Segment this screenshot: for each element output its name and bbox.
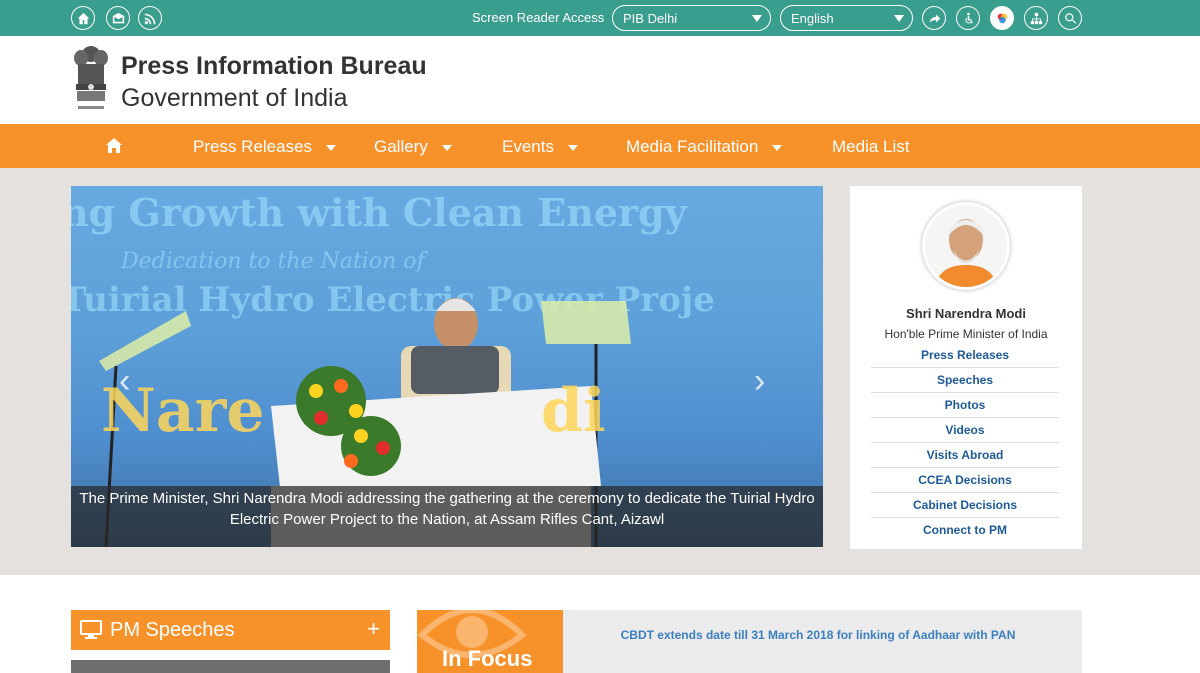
pm-link-visits-abroad[interactable]: Visits Abroad	[871, 443, 1059, 468]
chevron-down-icon	[567, 144, 578, 151]
nav-label: Gallery	[374, 137, 428, 156]
slider-prev-arrow[interactable]: ‹	[119, 362, 130, 401]
pm-card: Shri Narendra Modi Hon'ble Prime Ministe…	[850, 186, 1082, 549]
monitor-icon	[80, 620, 102, 639]
sitemap-icon[interactable]	[1024, 6, 1048, 30]
nav-home-icon[interactable]	[106, 138, 122, 158]
expand-plus-icon[interactable]: +	[367, 616, 380, 642]
photo-slider[interactable]: ng Growth with Clean Energy Dedication t…	[71, 186, 823, 547]
in-focus-ticker: CBDT extends date till 31 March 2018 for…	[563, 610, 1082, 673]
nav-press-releases[interactable]: Press Releases	[193, 137, 337, 157]
pm-speeches-header[interactable]: PM Speeches +	[71, 610, 390, 650]
slider-next-arrow[interactable]: ›	[754, 362, 765, 401]
mail-icon[interactable]	[106, 6, 130, 30]
national-emblem-logo[interactable]	[72, 44, 110, 116]
pm-link-photos[interactable]: Photos	[871, 393, 1059, 418]
pm-link-cabinet-decisions[interactable]: Cabinet Decisions	[871, 493, 1059, 518]
home-icon[interactable]	[71, 6, 95, 30]
share-icon[interactable]	[922, 6, 946, 30]
pm-title: Hon'ble Prime Minister of India	[884, 327, 1048, 341]
pm-link-videos[interactable]: Videos	[871, 418, 1059, 443]
nav-label: Media Facilitation	[626, 137, 759, 156]
pm-name: Shri Narendra Modi	[906, 306, 1026, 321]
chevron-down-icon	[894, 15, 904, 22]
banner-text-line1: ng Growth with Clean Energy	[71, 190, 688, 235]
org-name: Press Information Bureau	[121, 52, 427, 80]
contrast-icon[interactable]	[990, 6, 1014, 30]
nav-label: Press Releases	[193, 137, 313, 156]
main-nav: Press Releases Gallery Events Media Faci…	[0, 124, 1200, 168]
region-select[interactable]: PIB Delhi	[612, 5, 771, 31]
site-header: Press Information Bureau Government of I…	[0, 36, 1200, 124]
slide-caption: The Prime Minister, Shri Narendra Modi a…	[79, 490, 815, 528]
chevron-down-icon	[752, 15, 762, 22]
nav-media-facilitation[interactable]: Media Facilitation	[626, 137, 783, 157]
chevron-down-icon	[441, 144, 452, 151]
in-focus-title: In Focus	[442, 646, 533, 671]
rss-icon[interactable]	[138, 6, 162, 30]
region-select-value: PIB Delhi	[623, 11, 678, 26]
screen-reader-access-link[interactable]: Screen Reader Access	[472, 10, 604, 25]
speech-thumbnail[interactable]	[71, 660, 390, 673]
pm-speeches-title: PM Speeches	[110, 619, 235, 641]
nav-label: Events	[502, 137, 554, 156]
top-utility-bar: Screen Reader Access PIB Delhi English	[0, 0, 1200, 36]
banner-text-line2: Dedication to the Nation of	[120, 249, 428, 274]
chevron-down-icon	[772, 144, 783, 151]
pm-link-speeches[interactable]: Speeches	[871, 368, 1059, 393]
accessibility-icon[interactable]	[956, 6, 980, 30]
nav-gallery[interactable]: Gallery	[374, 137, 452, 157]
nav-events[interactable]: Events	[502, 137, 578, 157]
svg-text:di: di	[541, 376, 606, 446]
nav-media-list[interactable]: Media List	[832, 137, 909, 157]
nav-label: Media List	[832, 137, 910, 156]
org-subtitle: Government of India	[121, 84, 348, 112]
in-focus-news-link[interactable]: CBDT extends date till 31 March 2018 for…	[613, 627, 1023, 644]
pm-link-press-releases[interactable]: Press Releases	[871, 343, 1059, 368]
pm-avatar[interactable]	[922, 202, 1010, 290]
in-focus-header: In Focus	[417, 610, 563, 673]
language-select[interactable]: English	[780, 5, 913, 31]
search-icon[interactable]	[1058, 6, 1082, 30]
pm-link-connect-to-pm[interactable]: Connect to PM	[871, 518, 1059, 543]
pm-link-ccea-decisions[interactable]: CCEA Decisions	[871, 468, 1059, 493]
chevron-down-icon	[326, 144, 337, 151]
language-select-value: English	[791, 11, 834, 26]
